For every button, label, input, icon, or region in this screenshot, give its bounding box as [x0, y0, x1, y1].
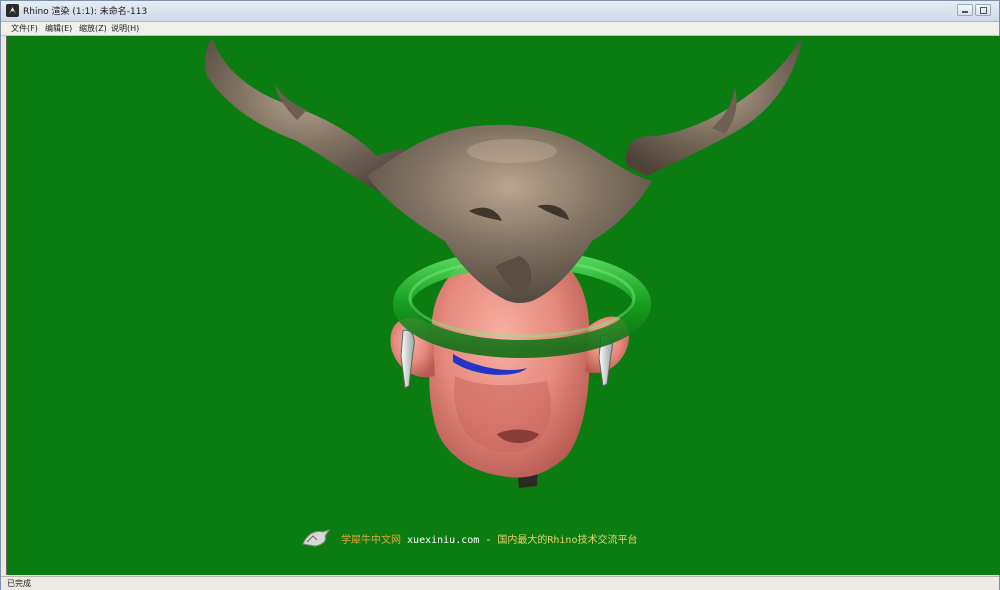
menu-file[interactable]: 文件(F)	[9, 23, 40, 34]
rhino-logo-icon	[302, 529, 331, 547]
status-bar: 已完成	[1, 576, 999, 590]
left-earring	[400, 329, 415, 389]
watermark-url: xuexiniu.com	[407, 535, 480, 546]
watermark-site-name: 学犀牛中文网	[341, 535, 401, 546]
render-viewport[interactable]	[6, 36, 1000, 575]
menu-edit[interactable]: 编辑(E)	[43, 23, 74, 34]
menu-bar: 文件(F) 编辑(E) 缩放(Z) 说明(H)	[1, 22, 999, 36]
title-bar[interactable]: Rhino 渲染 (1:1): 未命名-113	[1, 1, 999, 22]
skull-highlight	[467, 139, 557, 163]
rendered-scene	[204, 38, 802, 488]
maximize-button[interactable]	[975, 4, 991, 16]
menu-help[interactable]: 说明(H)	[109, 23, 141, 34]
watermark-separator: -	[485, 535, 492, 546]
menu-zoom[interactable]: 缩放(Z)	[77, 23, 109, 34]
rhino-app-icon[interactable]	[6, 4, 19, 17]
minimize-button[interactable]	[957, 4, 973, 16]
site-watermark: 学犀牛中文网 xuexiniu.com - 国内最大的Rhino技术交流平台	[301, 528, 721, 548]
rhino-render-window: Rhino 渲染 (1:1): 未命名-113 文件(F) 编辑(E) 缩放(Z…	[0, 0, 1000, 590]
right-antler	[625, 38, 802, 176]
window-title: Rhino 渲染 (1:1): 未命名-113	[23, 7, 148, 17]
status-text: 已完成	[7, 579, 31, 588]
watermark-description: 国内最大的Rhino技术交流平台	[497, 535, 638, 546]
